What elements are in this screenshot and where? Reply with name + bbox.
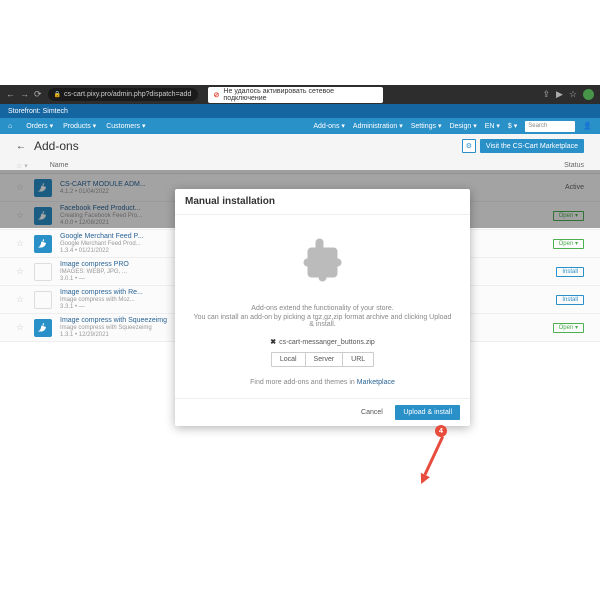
menu-orders[interactable]: Orders ▾	[26, 122, 53, 130]
addon-subtitle: Google Merchant Feed Prod...	[60, 241, 143, 247]
name-column[interactable]: Name	[50, 162, 69, 169]
forward-icon[interactable]: →	[20, 89, 29, 100]
open-button[interactable]: Open ▾	[553, 239, 584, 249]
open-button[interactable]: Open ▾	[553, 323, 584, 333]
addon-title[interactable]: Image compress with Squeezeimg	[60, 317, 167, 324]
tab-server[interactable]: Server	[306, 353, 344, 366]
selected-file: ✖ cs-cart-messanger_buttons.zip	[191, 338, 454, 346]
url-bar[interactable]: 🔒 cs-cart.pixy.pro/admin.php?dispatch=ad…	[48, 88, 198, 101]
addon-meta: 1.3.4 • 01/21/2022	[60, 248, 143, 254]
search-input[interactable]: Search	[525, 121, 575, 132]
addon-title[interactable]: Image compress with Re...	[60, 289, 143, 296]
addon-info: Image compress PROIMAGES: WEBP, JPG, ...…	[60, 261, 129, 282]
menu-lang[interactable]: EN ▾	[485, 122, 500, 130]
menu-administration[interactable]: Administration ▾	[353, 122, 403, 130]
tab-url[interactable]: URL	[343, 353, 373, 366]
favorite-column-icon[interactable]: ☆ ▾	[16, 162, 28, 170]
menu-currency[interactable]: $ ▾	[508, 122, 517, 130]
menu-addons[interactable]: Add-ons ▾	[313, 122, 345, 130]
page-title: Add-ons	[34, 139, 79, 153]
modal-title: Manual installation	[175, 189, 470, 215]
back-arrow[interactable]: ←	[16, 141, 26, 152]
home-icon[interactable]: ⌂	[8, 123, 12, 130]
page-header: ← Add-ons ⚙ Visit the CS-Cart Marketplac…	[0, 134, 600, 158]
callout-arrow	[419, 436, 447, 486]
main-menu: ⌂ Orders ▾ Products ▾ Customers ▾ Add-on…	[0, 118, 600, 134]
addon-meta: 3.0.1 • —	[60, 276, 129, 282]
puzzle-icon	[298, 235, 348, 285]
menu-design[interactable]: Design ▾	[449, 122, 476, 130]
error-icon: ⊘	[214, 91, 220, 99]
modal-footer: Cancel Upload & install	[175, 398, 470, 426]
source-tabs: Local Server URL	[271, 352, 374, 367]
addon-logo	[34, 319, 52, 337]
addon-logo	[34, 235, 52, 253]
star-icon[interactable]: ☆	[569, 89, 577, 100]
browser-notification[interactable]: ⊘ Не удалось активировать сетевое подклю…	[208, 87, 383, 103]
install-button[interactable]: Install	[556, 295, 584, 305]
marketplace-link[interactable]: Marketplace	[357, 379, 395, 386]
browser-chrome: ← → ⟳ 🔒 cs-cart.pixy.pro/admin.php?dispa…	[0, 85, 600, 104]
url-text: cs-cart.pixy.pro/admin.php?dispatch=add	[64, 91, 191, 98]
favorite-icon[interactable]: ☆	[16, 238, 26, 249]
back-icon[interactable]: ←	[6, 89, 15, 100]
favorite-icon[interactable]: ☆	[16, 294, 26, 305]
manual-install-modal: Manual installation Add-ons extend the f…	[175, 189, 470, 426]
addon-meta: 3.3.1 • —	[60, 304, 143, 310]
addon-title[interactable]: Google Merchant Feed P...	[60, 233, 143, 240]
notification-text: Не удалось активировать сетевое подключе…	[223, 88, 376, 102]
menu-products[interactable]: Products ▾	[63, 122, 96, 130]
play-icon[interactable]: ▶	[556, 89, 563, 100]
tab-local[interactable]: Local	[272, 353, 306, 366]
addon-info: Google Merchant Feed P...Google Merchant…	[60, 233, 143, 254]
visit-marketplace-button[interactable]: Visit the CS-Cart Marketplace	[480, 139, 584, 153]
user-icon[interactable]: 👤	[583, 122, 592, 130]
favorite-icon[interactable]: ☆	[16, 322, 26, 333]
share-icon[interactable]: ⇪	[542, 89, 550, 100]
menu-customers[interactable]: Customers ▾	[106, 122, 145, 130]
storefront-label[interactable]: Storefront: Simtech	[8, 108, 68, 115]
addon-subtitle: IMAGES: WEBP, JPG, ...	[60, 269, 129, 275]
favorite-icon[interactable]: ☆	[16, 266, 26, 277]
file-name: cs-cart-messanger_buttons.zip	[279, 339, 375, 346]
addon-logo	[34, 263, 52, 281]
addon-info: Image compress with Re...Image compress …	[60, 289, 143, 310]
modal-text-1: Add-ons extend the functionality of your…	[191, 305, 454, 312]
modal-text-2: You can install an add-on by picking a t…	[191, 314, 454, 328]
app-topbar: Storefront: Simtech	[0, 104, 600, 118]
upload-install-button[interactable]: Upload & install	[395, 405, 460, 420]
addon-title[interactable]: Image compress PRO	[60, 261, 129, 268]
addon-logo	[34, 291, 52, 309]
profile-avatar[interactable]	[583, 89, 594, 100]
gear-button[interactable]: ⚙	[462, 139, 476, 153]
status-column[interactable]: Status	[564, 162, 584, 169]
reload-icon[interactable]: ⟳	[34, 89, 42, 100]
addon-info: Image compress with SqueezeimgImage comp…	[60, 317, 167, 338]
find-more-text: Find more add-ons and themes in Marketpl…	[191, 379, 454, 386]
cancel-button[interactable]: Cancel	[353, 405, 391, 420]
addon-meta: 1.3.1 • 12/29/2021	[60, 332, 167, 338]
addon-subtitle: Image compress with Moz...	[60, 297, 143, 303]
addon-subtitle: Image compress with Squeezeimg	[60, 325, 167, 331]
remove-file-icon[interactable]: ✖	[270, 338, 276, 346]
install-button[interactable]: Install	[556, 267, 584, 277]
menu-settings[interactable]: Settings ▾	[411, 122, 442, 130]
lock-icon: 🔒	[54, 91, 61, 98]
